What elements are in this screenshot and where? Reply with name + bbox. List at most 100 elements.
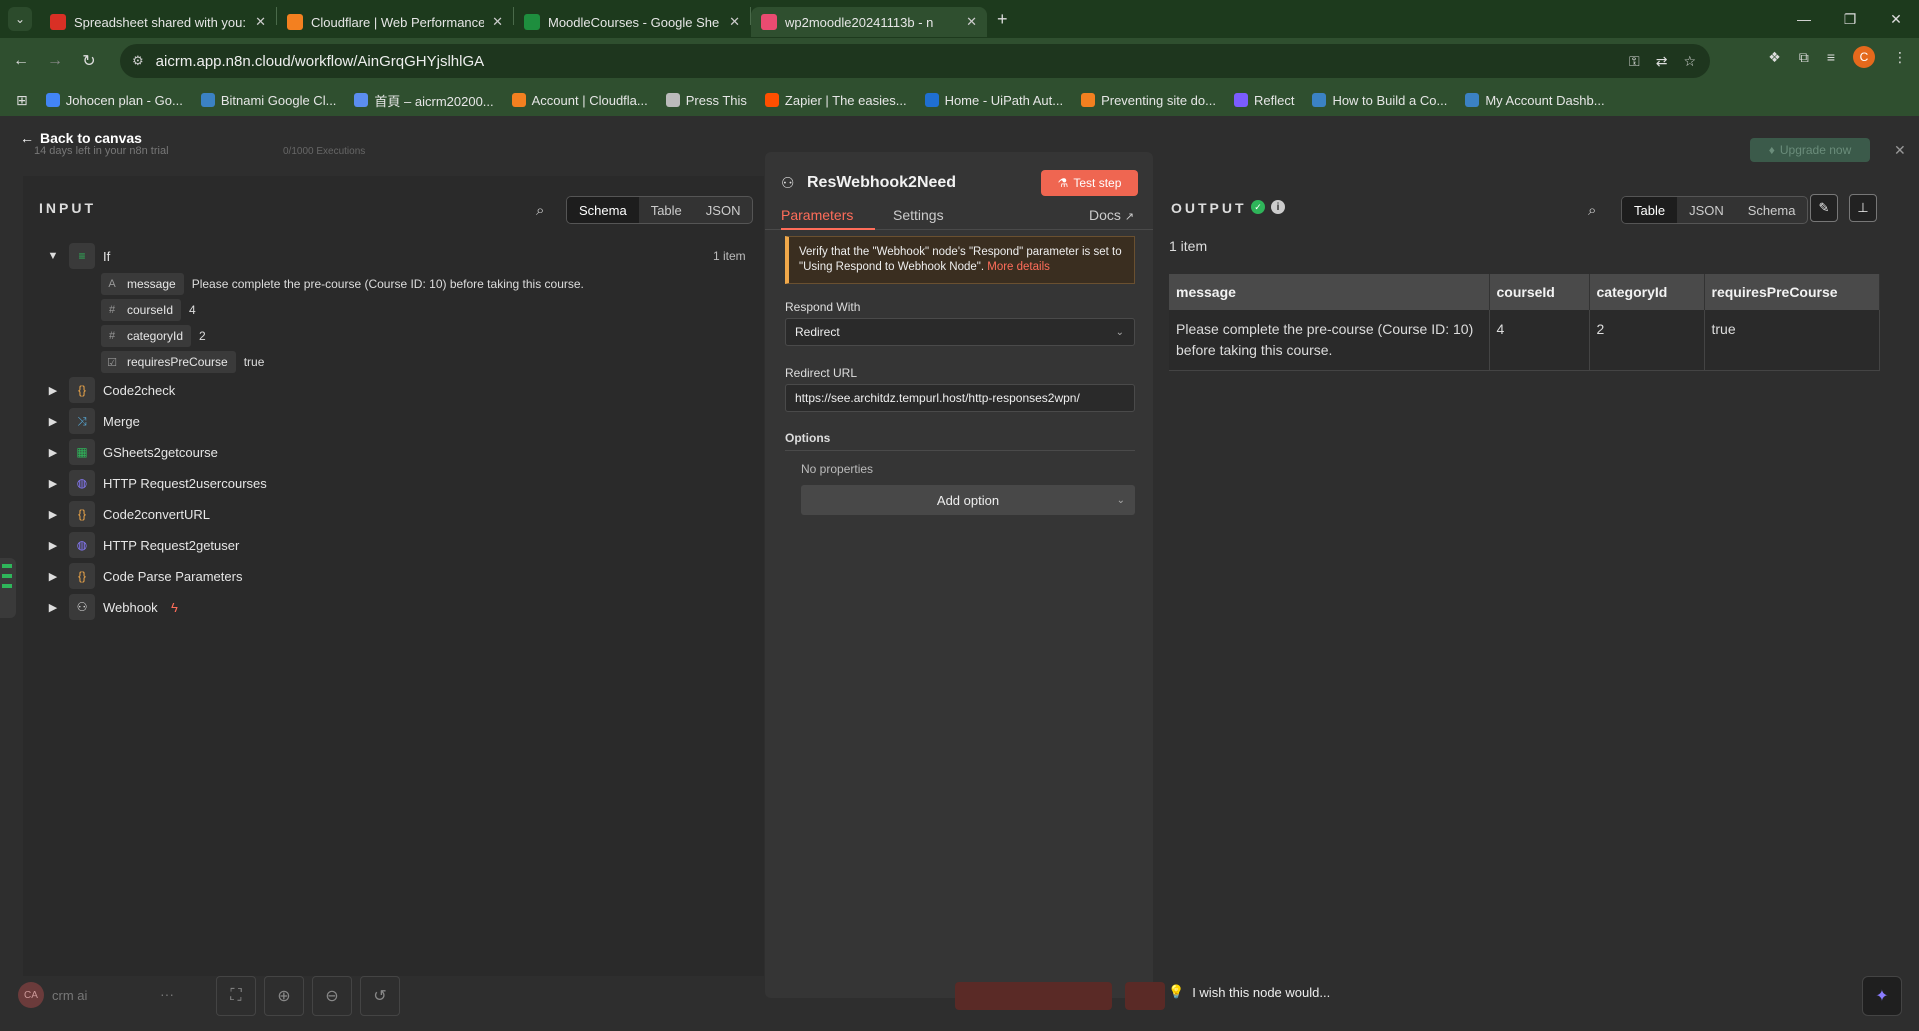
more-icon[interactable]: ··· — [160, 986, 174, 1002]
chevron-right-icon[interactable]: ▶ — [47, 446, 59, 459]
test-step-button[interactable]: ⚗ Test step — [1041, 170, 1138, 196]
reset-zoom-icon[interactable]: ↺ — [360, 976, 400, 1016]
pin-data-button[interactable]: ⊥ — [1849, 194, 1877, 222]
redirect-url-input[interactable]: https://see.architdz.tempurl.host/http-r… — [785, 384, 1135, 412]
address-bar[interactable]: ⚙ aicrm.app.n8n.cloud/workflow/AinGrqGHY… — [120, 44, 1710, 78]
apps-grid-icon[interactable]: ⊞ — [16, 92, 28, 109]
view-tab-schema[interactable]: Schema — [1736, 197, 1808, 223]
tab-close-icon[interactable]: ✕ — [255, 14, 266, 30]
close-icon[interactable]: ✕ — [1894, 142, 1906, 159]
search-icon[interactable]: ⌕ — [1588, 202, 1596, 219]
profile-avatar[interactable]: C — [1853, 46, 1875, 68]
minimize-icon[interactable]: — — [1781, 0, 1827, 38]
bookmark-item[interactable]: 首頁 – aicrm20200... — [354, 91, 494, 110]
view-tab-schema[interactable]: Schema — [567, 197, 639, 223]
bookmark-item[interactable]: Preventing site do... — [1081, 91, 1216, 110]
field-key-chip[interactable]: # courseId — [101, 299, 182, 321]
chevron-right-icon[interactable]: ▶ — [47, 415, 59, 428]
view-tab-table[interactable]: Table — [639, 197, 694, 223]
chevron-right-icon[interactable]: ▶ — [47, 508, 59, 521]
schema-field-courseId[interactable]: # courseId 4 — [101, 298, 196, 322]
schema-field-categoryId[interactable]: # categoryId 2 — [101, 324, 206, 348]
chevron-down-icon[interactable]: ▼ — [47, 250, 59, 262]
edit-output-button[interactable]: ✎ — [1810, 194, 1838, 222]
zoom-out-icon[interactable]: ⊖ — [312, 976, 352, 1016]
node-title[interactable]: ResWebhook2Need — [807, 174, 956, 192]
column-header[interactable]: courseId — [1489, 274, 1590, 310]
tab-settings[interactable]: Settings — [893, 207, 944, 223]
view-tab-json[interactable]: JSON — [694, 197, 753, 223]
tab-close-icon[interactable]: ✕ — [966, 14, 977, 30]
add-option-button[interactable]: Add option ⌄ — [801, 485, 1135, 515]
add-option-label: Add option — [936, 492, 1000, 508]
bookmark-item[interactable]: Reflect — [1233, 91, 1294, 110]
column-header[interactable]: message — [1169, 274, 1490, 310]
bookmark-item[interactable]: Johocen plan - Go... — [45, 91, 183, 110]
browser-tab[interactable]: Cloudflare | Web Performance ✕ — [277, 7, 513, 37]
tab-title: wp2moodle20241113b - n — [785, 14, 934, 30]
info-icon[interactable]: i — [1271, 200, 1285, 214]
bookmark-item[interactable]: Press This — [665, 91, 747, 110]
view-tab-table[interactable]: Table — [1622, 197, 1678, 223]
browser-menu-icon[interactable]: ⋮ — [1893, 49, 1907, 66]
bookmark-item[interactable]: My Account Dashb... — [1465, 91, 1605, 110]
extensions-icon[interactable]: ⧉ — [1799, 49, 1809, 66]
browser-tab[interactable]: Spreadsheet shared with you: ✕ — [40, 7, 276, 37]
back-arrow-icon[interactable]: ← — [4, 52, 38, 70]
table-cell[interactable]: Please complete the pre-course (Course I… — [1169, 310, 1490, 371]
table-cell[interactable]: true — [1704, 310, 1880, 371]
upgrade-button[interactable]: ♦ Upgrade now — [1750, 138, 1870, 162]
restore-icon[interactable]: ❐ — [1827, 0, 1873, 38]
tab-close-icon[interactable]: ✕ — [729, 14, 740, 30]
tab-close-icon[interactable]: ✕ — [492, 14, 503, 30]
chevron-right-icon[interactable]: ▶ — [47, 601, 59, 614]
bookmark-item[interactable]: Home - UiPath Aut... — [924, 91, 1063, 110]
bookmark-item[interactable]: Bitnami Google Cl... — [200, 91, 336, 110]
feedback-prompt[interactable]: 💡 I wish this node would... — [1168, 984, 1330, 1000]
new-tab-button[interactable]: + — [997, 9, 1008, 30]
table-cell[interactable]: 2 — [1589, 310, 1705, 371]
schema-field-message[interactable]: Amessage Please complete the pre-course (… — [101, 272, 584, 296]
table-cell[interactable]: 4 — [1489, 310, 1590, 371]
bookmark-item[interactable]: Account | Cloudfla... — [511, 91, 648, 110]
media-control-icon[interactable]: ≡ — [1827, 49, 1835, 65]
field-key-chip[interactable]: Amessage — [101, 273, 184, 295]
close-window-icon[interactable]: ✕ — [1873, 0, 1919, 38]
tab-search-button[interactable]: ⌄ — [8, 7, 32, 31]
node-type-icon: ◍ — [69, 532, 95, 558]
bookmark-item[interactable]: How to Build a Co... — [1312, 91, 1447, 110]
more-details-link[interactable]: More details — [987, 261, 1050, 273]
column-header[interactable]: categoryId — [1589, 274, 1705, 310]
field-key-chip[interactable]: ☑ requiresPreCourse — [101, 351, 236, 373]
chevron-right-icon[interactable]: ▶ — [47, 384, 59, 397]
chevron-right-icon[interactable]: ▶ — [47, 539, 59, 552]
browser-tab[interactable]: wp2moodle20241113b - n ✕ — [751, 7, 987, 37]
forward-arrow-icon[interactable]: → — [38, 52, 72, 70]
password-key-icon[interactable]: ⚿ — [1629, 53, 1640, 70]
ai-assistant-button[interactable]: ✦ — [1862, 976, 1902, 1016]
user-menu[interactable]: CA crm ai — [18, 982, 87, 1008]
search-icon[interactable]: ⌕ — [536, 202, 544, 219]
respond-with-select[interactable]: Redirect ⌄ — [785, 318, 1135, 346]
tab-docs[interactable]: Docs ↗ — [1089, 207, 1134, 223]
bookmark-item[interactable]: Zapier | The easies... — [764, 91, 907, 110]
chevron-right-icon[interactable]: ▶ — [47, 570, 59, 583]
site-info-icon[interactable]: ⚙ — [132, 53, 144, 69]
delete-execution-button[interactable] — [1125, 982, 1165, 1010]
fit-view-icon[interactable]: ⛶ — [216, 976, 256, 1016]
tab-parameters[interactable]: Parameters — [781, 207, 853, 223]
browser-tab[interactable]: MoodleCourses - Google She ✕ — [514, 7, 750, 37]
view-tab-json[interactable]: JSON — [1677, 197, 1736, 223]
extension-puzzle-icon[interactable]: ❖ — [1768, 49, 1781, 66]
url-text[interactable]: aicrm.app.n8n.cloud/workflow/AinGrqGHYjs… — [156, 53, 484, 70]
translate-icon[interactable]: ⇄ — [1656, 53, 1668, 70]
zoom-in-icon[interactable]: ⊕ — [264, 976, 304, 1016]
column-header[interactable]: requiresPreCourse — [1704, 274, 1880, 310]
execute-workflow-button[interactable] — [955, 982, 1112, 1010]
back-to-canvas-link[interactable]: ← Back to canvas — [20, 130, 142, 146]
bookmark-star-icon[interactable]: ☆ — [1683, 53, 1696, 70]
reload-icon[interactable]: ↻ — [72, 51, 106, 71]
chevron-right-icon[interactable]: ▶ — [47, 477, 59, 490]
field-key-chip[interactable]: # categoryId — [101, 325, 192, 347]
schema-field-requiresPreCourse[interactable]: ☑ requiresPreCourse true — [101, 350, 264, 374]
